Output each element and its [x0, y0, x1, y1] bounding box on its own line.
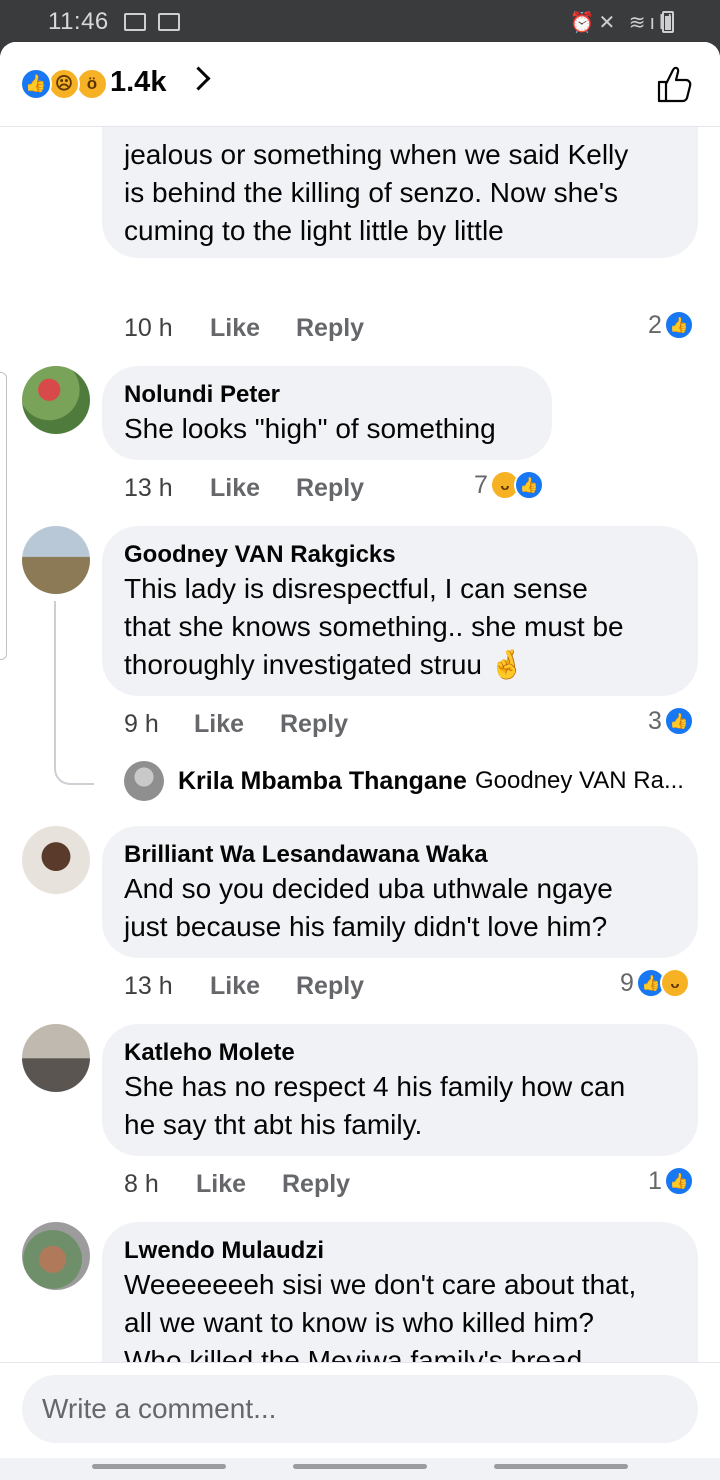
comment-time: 13 h	[124, 972, 173, 1000]
comment-text: thoroughly investigated struu 🤞	[124, 649, 525, 680]
comment-text: She has no respect 4 his family how can	[124, 1071, 626, 1102]
comment-bubble[interactable]: Brilliant Wa Lesandawana Waka And so you…	[102, 826, 698, 958]
like-icon: 👍	[20, 68, 52, 100]
comment-list[interactable]: jealous or something when we said Kelly …	[0, 126, 720, 1362]
comment-time: 13 h	[124, 474, 173, 502]
reactions-header[interactable]: 👍 ☹ ö 1.4k	[0, 42, 720, 127]
comment-reactions[interactable]: 7 ᴗ 👍	[474, 470, 544, 500]
comment-reactions[interactable]: 2 👍	[648, 310, 694, 340]
like-button[interactable]: Like	[194, 708, 244, 740]
comment-bubble[interactable]: Lwendo Mulaudzi Weeeeeeeh sisi we don't …	[102, 1222, 698, 1362]
comment-reactions[interactable]: 3 👍	[648, 706, 694, 736]
reaction-count: 7	[474, 470, 488, 499]
comment-reactions[interactable]: 1 👍	[648, 1166, 694, 1196]
comment-bubble[interactable]: Goodney VAN Rakgicks This lady is disres…	[102, 526, 698, 696]
comment-text: he say tht abt his family.	[124, 1109, 423, 1140]
reaction-count: 2	[648, 310, 662, 339]
comment-text: cuming to the light little by little	[124, 215, 504, 246]
nav-back[interactable]	[92, 1464, 226, 1469]
thumbs-up-icon[interactable]	[656, 64, 692, 104]
comment-actions: 8 h Like Reply	[124, 1168, 524, 1200]
reply-button[interactable]: Reply	[296, 970, 364, 1002]
reply-button[interactable]: Reply	[296, 312, 364, 344]
comment-actions: 13 h Like Reply	[124, 970, 524, 1002]
comment-text: just because his family didn't love him?	[124, 911, 608, 942]
battery-icon	[662, 11, 674, 33]
comment-time: 10 h	[124, 314, 173, 342]
comment-text: that she knows something.. she must be	[124, 611, 624, 642]
reply-button[interactable]: Reply	[296, 472, 364, 504]
comment-text: And so you decided uba uthwale ngaye	[124, 873, 613, 904]
comment-author[interactable]: Nolundi Peter	[124, 380, 530, 410]
screen-icon	[158, 13, 180, 31]
like-icon: 👍	[663, 706, 694, 736]
avatar[interactable]	[22, 526, 90, 594]
like-icon: 👍	[513, 470, 544, 500]
reaction-count: 3	[648, 706, 662, 735]
nav-home[interactable]	[293, 1464, 427, 1469]
like-button[interactable]: Like	[210, 312, 260, 344]
comment-text: This lady is disrespectful, I can sense	[124, 573, 588, 604]
comment-time: 9 h	[124, 710, 159, 738]
comment-author[interactable]: Brilliant Wa Lesandawana Waka	[124, 840, 676, 870]
comment-text: Who killed the Meyiwa family's bread	[124, 1345, 583, 1362]
avatar[interactable]	[22, 1222, 90, 1290]
reply-button[interactable]: Reply	[280, 708, 348, 740]
comment-text: Weeeeeeeh sisi we don't care about that,	[124, 1269, 637, 1300]
comment-author[interactable]: Goodney VAN Rakgicks	[124, 540, 676, 570]
reply-author[interactable]: Krila Mbamba Thangane	[178, 767, 467, 796]
signal-icons: ⏰✕ ≋ıll	[569, 12, 676, 34]
reaction-count: 9	[620, 968, 634, 997]
comment-reactions[interactable]: 9 👍 ᴗ	[620, 968, 690, 998]
comment-actions: 10 h Like Reply	[124, 312, 684, 344]
like-icon: 👍	[663, 310, 694, 340]
comment-text: She looks "high" of something	[124, 413, 496, 444]
comment-bubble[interactable]: Katleho Molete She has no respect 4 his …	[102, 1024, 698, 1156]
like-button[interactable]: Like	[196, 1168, 246, 1200]
status-time: 11:46	[48, 8, 109, 35]
reaction-count[interactable]: 1.4k	[110, 66, 166, 99]
reply-snippet: Goodney VAN Ra...	[474, 767, 684, 794]
haha-icon: ᴗ	[659, 968, 690, 998]
comment-input[interactable]	[22, 1375, 698, 1443]
thread-line	[54, 601, 94, 785]
comment-text: all we want to know is who killed him?	[124, 1307, 594, 1338]
comment-author[interactable]: Katleho Molete	[124, 1038, 676, 1068]
reply-preview[interactable]: Krila Mbamba Thangane Goodney VAN Ra...	[124, 760, 684, 802]
comment-actions: 9 h Like Reply	[124, 708, 524, 740]
comment-text: jealous or something when we said Kelly	[124, 139, 629, 170]
comment-bubble[interactable]: Nolundi Peter She looks "high" of someth…	[102, 366, 552, 460]
chevron-right-icon[interactable]	[186, 66, 211, 91]
avatar[interactable]	[22, 366, 90, 434]
comment-author[interactable]: Lwendo Mulaudzi	[124, 1236, 676, 1266]
like-button[interactable]: Like	[210, 970, 260, 1002]
system-nav-bar	[0, 1458, 720, 1480]
nav-recents[interactable]	[494, 1464, 628, 1469]
avatar[interactable]	[124, 761, 164, 801]
comments-sheet: 👍 ☹ ö 1.4k jealous or something when we …	[0, 42, 720, 1480]
like-button[interactable]: Like	[210, 472, 260, 504]
sad-icon: ☹	[48, 68, 80, 100]
scroll-indicator	[0, 372, 7, 660]
comment-bubble[interactable]: jealous or something when we said Kelly …	[102, 126, 698, 258]
avatar[interactable]	[22, 826, 90, 894]
wow-icon: ö	[76, 68, 108, 100]
reaction-count: 1	[648, 1166, 662, 1195]
gallery-icon	[124, 13, 146, 31]
avatar[interactable]	[22, 1024, 90, 1092]
like-icon: 👍	[663, 1166, 694, 1196]
reply-button[interactable]: Reply	[282, 1168, 350, 1200]
comment-text: is behind the killing of senzo. Now she'…	[124, 177, 619, 208]
comment-actions: 13 h Like Reply	[124, 472, 524, 504]
comment-time: 8 h	[124, 1170, 159, 1198]
status-bar: 11:46 ⏰✕ ≋ıll	[0, 0, 720, 44]
